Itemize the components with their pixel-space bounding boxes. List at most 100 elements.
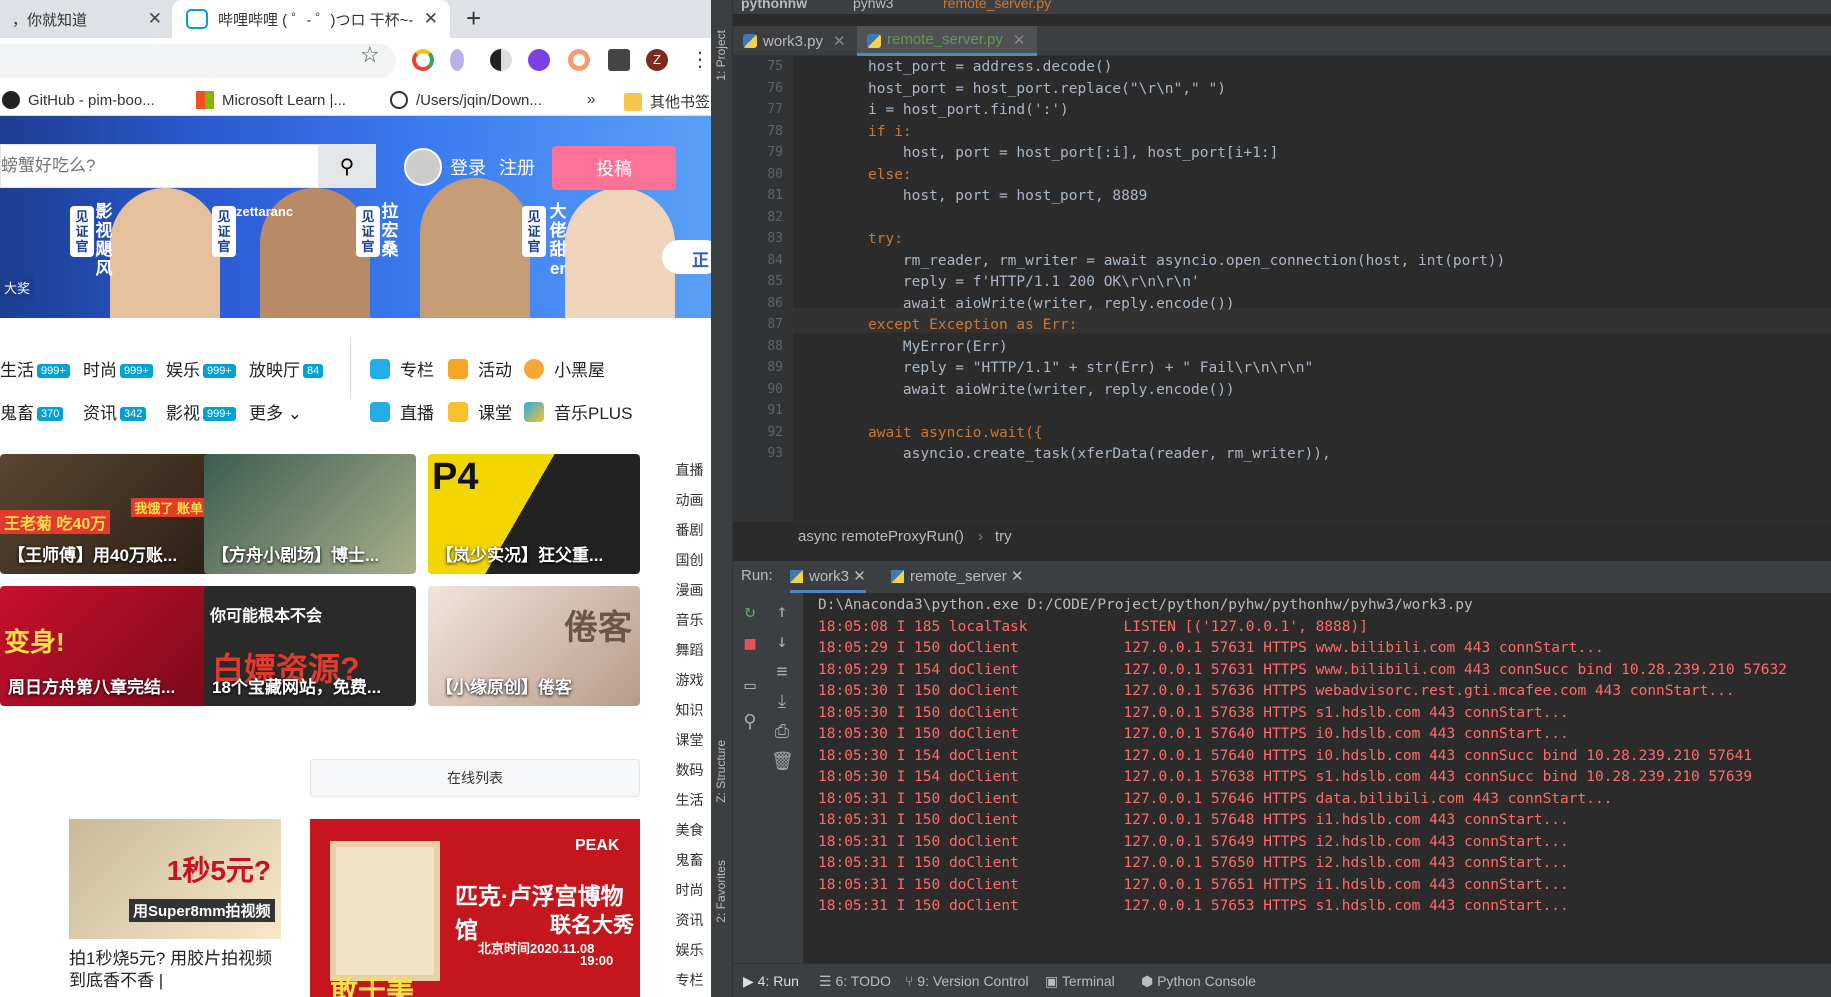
close-tab-icon[interactable]: ✕ [424, 9, 438, 29]
channel-activity[interactable]: 活动 [448, 356, 512, 381]
bookmark-microsoft-learn[interactable]: Microsoft Learn |... [196, 91, 346, 109]
video-card[interactable]: 你可能根本不会 白嫖资源? 18个宝藏网站，免费... [204, 586, 416, 706]
video-card[interactable]: 王老菊 吃40万 我饿了 账单 【王师傅】用40万账... [0, 454, 212, 574]
close-icon[interactable]: ✕ [833, 32, 846, 50]
purple-moon-extension-icon[interactable] [528, 49, 550, 71]
crumb-project[interactable]: pythonhw [741, 0, 807, 11]
tab-python-console[interactable]: ⬢ Python Console [1141, 973, 1256, 990]
nav-item-news[interactable]: 资讯 342 [83, 399, 147, 424]
channel-live[interactable]: 直播 [370, 399, 434, 424]
rnav-item[interactable]: 生活 [668, 790, 711, 820]
run-tab-remote-server[interactable]: remote_server ✕ [891, 567, 1023, 585]
bookmark-local-file[interactable]: /Users/jqin/Down... [390, 91, 542, 109]
video-card[interactable]: P4 【岚少实况】狂父重... [428, 454, 640, 574]
print-icon[interactable]: ⎙ [771, 721, 793, 743]
arrow-up-icon[interactable]: ↑ [771, 601, 793, 623]
layout-icon[interactable]: ▭ [739, 675, 761, 697]
tab-run[interactable]: ▶ 4: Run [743, 973, 799, 990]
rnav-item[interactable]: 知识 [668, 700, 711, 730]
editor-tab-work3[interactable]: work3.py ✕ [733, 26, 846, 56]
browser-tab[interactable]: ，你就知道 ✕ [0, 0, 172, 38]
arrow-down-icon[interactable]: ↓ [771, 631, 793, 653]
run-console[interactable]: D:\Anaconda3\python.exe D:/CODE/Project/… [803, 593, 1831, 963]
nav-item-kichiku[interactable]: 鬼畜 370 [0, 399, 64, 424]
favorites-tool-tab[interactable]: 2: Favorites [714, 860, 728, 923]
video-card[interactable]: 【方舟小剧场】博士... [204, 454, 416, 574]
chrome-extension-icon[interactable] [412, 49, 434, 71]
run-tab-work3[interactable]: work3 ✕ [790, 567, 866, 593]
rnav-item[interactable]: 舞蹈 [668, 640, 711, 670]
close-icon[interactable]: ✕ [1013, 31, 1026, 49]
online-list-button[interactable]: 在线列表 [310, 759, 640, 797]
banner-right-button[interactable]: 正 [662, 240, 711, 274]
nav-item-more[interactable]: 更多 ⌄ [249, 399, 302, 424]
promo-video-thumb[interactable]: 1秒5元? 用Super8mm拍视频 [69, 819, 281, 939]
bookmark-other-folder[interactable]: 其他书签 [624, 91, 710, 112]
bookmark-star-icon[interactable]: ☆ [360, 42, 380, 68]
dark-mode-extension-icon[interactable] [490, 49, 512, 71]
rerun-icon[interactable]: ↻ [739, 601, 761, 623]
advert-banner[interactable]: PEAK 匹克·卢浮宫博物馆 联名大秀 北京时间2020.11.08 19:00… [310, 819, 640, 997]
channel-music-plus[interactable]: 音乐PLUS [524, 399, 632, 424]
bookmarks-overflow[interactable]: » [587, 91, 595, 108]
close-icon[interactable]: ✕ [853, 568, 866, 585]
rnav-item[interactable]: 游戏 [668, 670, 711, 700]
channel-blackroom[interactable]: 小黑屋 [524, 356, 605, 381]
channel-class[interactable]: 课堂 [448, 399, 512, 424]
rnav-item[interactable]: 番剧 [668, 520, 711, 550]
bookmark-github[interactable]: GitHub - pim-boo... [2, 91, 155, 109]
rnav-item[interactable]: 鬼畜 [668, 850, 711, 880]
nav-item-entertainment[interactable]: 娱乐 999+ [166, 356, 236, 381]
ring-extension-icon[interactable] [568, 49, 590, 71]
profile-avatar[interactable]: Z [646, 49, 668, 71]
moon-extension-icon[interactable] [450, 49, 464, 71]
browser-tab-active[interactable]: 哔哩哔哩 ( ゜- ゜)つロ 干杯~- ✕ [172, 0, 450, 38]
rnav-item[interactable]: 资讯 [668, 910, 711, 940]
soft-wrap-icon[interactable]: ≡ [771, 661, 793, 683]
register-link[interactable]: 注册 [499, 154, 535, 180]
pin-icon[interactable]: ⚲ [739, 711, 761, 733]
puzzle-extensions-icon[interactable] [608, 49, 630, 71]
channel-column[interactable]: 专栏 [370, 356, 434, 381]
rnav-item[interactable]: 直播 [668, 460, 711, 490]
code-editor[interactable]: 75 host_port = address.decode() 76 host_por… [767, 56, 1831, 521]
rnav-item[interactable]: 美食 [668, 820, 711, 850]
structure-tool-tab[interactable]: Z: Structure [714, 740, 728, 803]
search-button[interactable]: ⚲ [318, 144, 376, 188]
video-card[interactable]: 倦客 【小缘原创】倦客 [428, 586, 640, 706]
project-tool-tab[interactable]: 1: Project [714, 30, 728, 81]
login-link[interactable]: 登录 [450, 154, 486, 180]
promo-video-title[interactable]: 拍1秒烧5元? 用胶片拍视频到底香不香 | [69, 948, 289, 992]
rnav-item[interactable]: 国创 [668, 550, 711, 580]
upload-button[interactable]: 投稿 [552, 146, 676, 190]
close-icon[interactable]: ✕ [1011, 568, 1024, 585]
scroll-to-end-icon[interactable]: ⤓ [771, 691, 793, 713]
rnav-item[interactable]: 课堂 [668, 730, 711, 760]
nav-item-film[interactable]: 影视 999+ [166, 399, 236, 424]
crumb-file[interactable]: remote_server.py [943, 0, 1051, 11]
avatar[interactable] [404, 148, 442, 186]
tab-todo[interactable]: ☰ 6: TODO [819, 973, 891, 990]
new-tab-icon[interactable]: + [466, 3, 481, 34]
video-card[interactable]: 变身! 周日方舟第八章完结... [0, 586, 212, 706]
crumb-function[interactable]: async remoteProxyRun() [798, 528, 964, 545]
rnav-item[interactable]: 动画 [668, 490, 711, 520]
nav-item-cinema[interactable]: 放映厅 84 [249, 356, 324, 381]
rnav-item[interactable]: 专栏 [668, 970, 711, 997]
address-bar[interactable] [0, 44, 396, 78]
more-menu-icon[interactable]: ⋮ [690, 47, 710, 72]
search-input[interactable] [1, 145, 317, 187]
trash-icon[interactable]: 🗑 [771, 751, 794, 773]
editor-tab-remote-server[interactable]: remote_server.py ✕ [857, 26, 1037, 56]
nav-item-life[interactable]: 生活 999+ [0, 356, 70, 381]
tab-version-control[interactable]: ⑂ 9: Version Control [905, 973, 1029, 989]
nav-item-fashion[interactable]: 时尚 999+ [83, 356, 153, 381]
stop-icon[interactable]: ■ [739, 633, 761, 655]
rnav-item[interactable]: 数码 [668, 760, 711, 790]
close-tab-icon[interactable]: ✕ [148, 9, 162, 29]
crumb-folder[interactable]: pyhw3 [853, 0, 893, 11]
rnav-item[interactable]: 时尚 [668, 880, 711, 910]
crumb-try[interactable]: try [995, 528, 1012, 545]
rnav-item[interactable]: 音乐 [668, 610, 711, 640]
rnav-item[interactable]: 娱乐 [668, 940, 711, 970]
